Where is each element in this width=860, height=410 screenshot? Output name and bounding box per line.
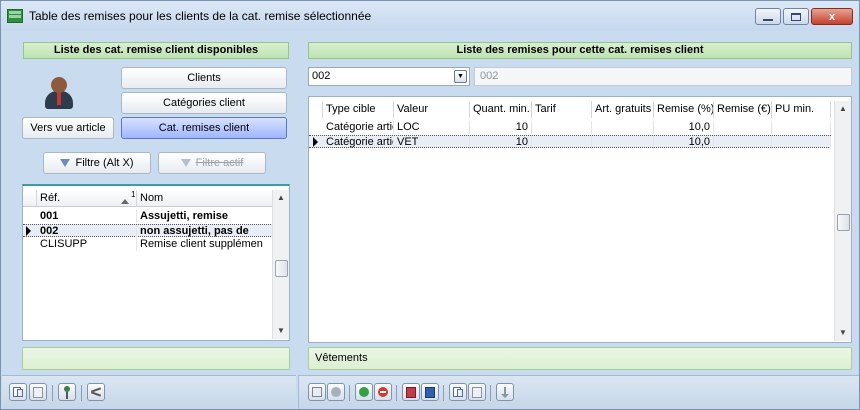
- delete-record-icon[interactable]: [374, 383, 392, 401]
- row-pointer-icon: [313, 137, 318, 147]
- close-button[interactable]: x: [811, 8, 853, 25]
- funnel-icon: [60, 159, 71, 167]
- paste-records-icon[interactable]: [29, 383, 47, 401]
- scroll-down-icon[interactable]: ▼: [835, 325, 851, 341]
- column-remise-pct[interactable]: Remise (%): [654, 101, 714, 118]
- minimize-icon: [763, 18, 773, 21]
- add-record-icon[interactable]: [355, 383, 373, 401]
- category-select[interactable]: 002 ▼: [308, 67, 470, 86]
- remise-grid: Type cible Valeur Quant. min. Tarif Art.…: [308, 96, 852, 343]
- column-type-cible[interactable]: Type cible: [323, 101, 394, 118]
- copy-records-icon[interactable]: [449, 383, 467, 401]
- table-row[interactable]: CLISUPP Remise client supplémen: [23, 238, 273, 251]
- window-controls: x: [755, 8, 853, 25]
- filter-active-label: Filtre actif: [195, 157, 244, 169]
- table-row[interactable]: 001 Assujetti, remise: [23, 210, 273, 223]
- copy-records-icon[interactable]: [9, 383, 27, 401]
- funnel-active-icon: [180, 159, 191, 167]
- column-nom[interactable]: Nom: [137, 190, 273, 207]
- column-pu-min[interactable]: PU min.: [772, 101, 831, 118]
- table-row-selected[interactable]: 002 non assujetti, pas de: [23, 224, 273, 238]
- maximize-button[interactable]: [783, 8, 809, 25]
- left-panel-header: Liste des cat. remise client disponibles: [23, 42, 289, 59]
- link-arrows-icon[interactable]: [87, 383, 105, 401]
- import-arrow-icon[interactable]: [496, 383, 514, 401]
- category-grid-scrollbar[interactable]: ▲ ▼: [272, 190, 289, 339]
- table-row-selected[interactable]: Catégorie artic VET 10 10,0: [309, 135, 831, 149]
- scroll-down-icon[interactable]: ▼: [273, 323, 289, 339]
- paste-records-icon[interactable]: [468, 383, 486, 401]
- categories-client-button[interactable]: Catégories client: [121, 92, 287, 114]
- column-art-gratuits[interactable]: Art. gratuits: [592, 101, 654, 118]
- minimize-button[interactable]: [755, 8, 781, 25]
- category-readonly-field: 002: [474, 67, 852, 86]
- left-status-bar: [22, 347, 290, 370]
- window-title: Table des remises pour les clients de la…: [29, 9, 372, 23]
- report-red-icon[interactable]: [402, 383, 420, 401]
- category-grid-header: Réf. Nom 1: [23, 190, 273, 207]
- column-valeur[interactable]: Valeur: [394, 101, 470, 118]
- column-remise-eur[interactable]: Remise (€): [714, 101, 772, 118]
- category-select-value: 002: [312, 70, 331, 82]
- app-icon: [7, 9, 23, 23]
- sort-index: 1: [131, 190, 136, 199]
- column-tarif[interactable]: Tarif: [532, 101, 592, 118]
- client-user-icon: [43, 77, 75, 111]
- remise-grid-scrollbar[interactable]: ▲ ▼: [834, 101, 851, 341]
- sort-ascending-icon: [121, 199, 129, 204]
- save-icon[interactable]: [308, 383, 326, 401]
- view-article-button[interactable]: Vers vue article: [22, 117, 114, 139]
- row-pointer-icon: [26, 226, 31, 236]
- table-row[interactable]: Catégorie artic LOC 10 10,0: [309, 121, 831, 134]
- right-toolbar: [298, 375, 859, 409]
- maximize-icon: [791, 12, 801, 21]
- filter-active-button: Filtre actif: [158, 152, 266, 174]
- title-bar: Table des remises pour les clients de la…: [1, 1, 859, 31]
- category-grid: Réf. Nom 1 001 Assujetti, remise 002 non…: [22, 184, 290, 341]
- clients-button[interactable]: Clients: [121, 67, 287, 89]
- filter-button[interactable]: Filtre (Alt X): [43, 152, 151, 174]
- scroll-up-icon[interactable]: ▲: [273, 190, 289, 206]
- right-panel-header: Liste des remises pour cette cat. remise…: [308, 42, 852, 59]
- scroll-thumb[interactable]: [275, 260, 288, 277]
- report-blue-icon[interactable]: [421, 383, 439, 401]
- main-window: Table des remises pour les clients de la…: [0, 0, 860, 410]
- left-toolbar: [2, 375, 296, 409]
- column-quant-min[interactable]: Quant. min.: [470, 101, 532, 118]
- pin-icon[interactable]: [58, 383, 76, 401]
- chevron-down-icon[interactable]: ▼: [454, 70, 467, 83]
- right-status-bar: Vêtements: [308, 347, 852, 370]
- cat-remises-client-button[interactable]: Cat. remises client: [121, 117, 287, 139]
- scroll-thumb[interactable]: [837, 214, 850, 231]
- cancel-edit-icon[interactable]: [327, 383, 345, 401]
- filter-button-label: Filtre (Alt X): [75, 157, 134, 169]
- scroll-up-icon[interactable]: ▲: [835, 101, 851, 117]
